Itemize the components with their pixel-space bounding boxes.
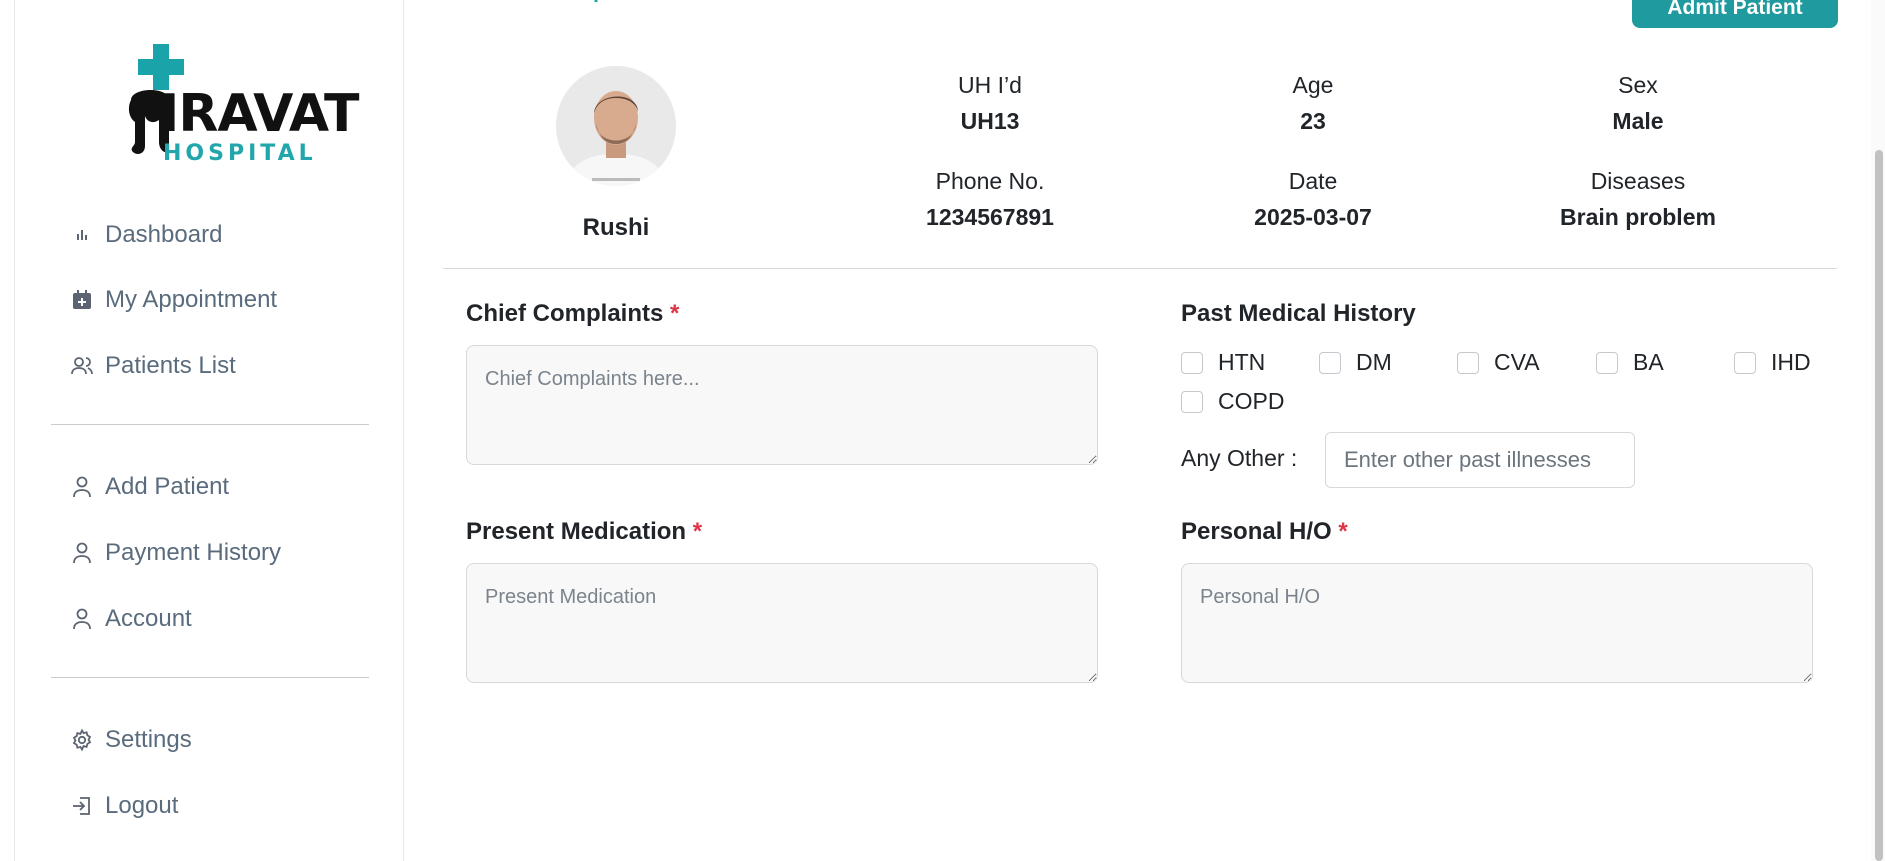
present-medication-label-text: Present Medication (466, 518, 687, 545)
checkbox-ba[interactable]: BA (1596, 349, 1664, 376)
sex-label: Sex (1618, 72, 1658, 98)
phone-label: Phone No. (935, 168, 1045, 194)
checkbox-label: DM (1356, 349, 1392, 375)
sidebar-item-label: Payment History (105, 539, 282, 566)
checkbox-label: COPD (1218, 388, 1285, 414)
sidebar-item-label: Add Patient (105, 473, 230, 500)
present-medication-label: Present Medication * (466, 518, 702, 546)
phone-value: 1234567891 (926, 204, 1054, 230)
sidebar-item-label: Logout (105, 792, 179, 819)
scrollbar-track[interactable] (1871, 0, 1885, 861)
checkbox-label: BA (1633, 349, 1664, 375)
checkbox-label: HTN (1218, 349, 1266, 375)
present-medication-textarea[interactable] (466, 563, 1098, 683)
sidebar-item-dashboard[interactable]: Dashboard (69, 215, 222, 255)
header-divider (443, 268, 1837, 269)
bar-chart-icon (69, 222, 95, 248)
sidebar: IRAVAT HOSPITAL Dashboard My Appointment (14, 0, 404, 861)
sidebar-item-label: My Appointment (105, 286, 278, 313)
checkbox-copd[interactable]: COPD (1181, 388, 1284, 415)
checkbox-box[interactable] (1596, 351, 1618, 374)
sidebar-item-patients-list[interactable]: Patients List (69, 346, 236, 386)
user-icon (69, 606, 95, 632)
personal-ho-label: Personal H/O * (1181, 518, 1348, 546)
required-asterisk: * (692, 518, 703, 545)
user-icon (69, 474, 95, 500)
checkbox-htn[interactable]: HTN (1181, 349, 1265, 376)
patient-avatar (556, 66, 676, 186)
patient-name: Rushi (582, 214, 650, 241)
page-title-fragment (556, 0, 616, 6)
admit-patient-button[interactable]: Admit Patient (1632, 0, 1838, 28)
uhid-value: UH13 (960, 108, 1020, 134)
checkbox-label: IHD (1771, 349, 1811, 375)
age-value: 23 (1300, 108, 1326, 134)
age-label: Age (1292, 72, 1334, 98)
personal-ho-label-text: Personal H/O (1181, 518, 1332, 545)
hospital-logo: IRAVAT HOSPITAL (113, 42, 359, 168)
app-root: IRAVAT HOSPITAL Dashboard My Appointment (0, 0, 1885, 861)
user-icon (69, 540, 95, 566)
sidebar-item-settings[interactable]: Settings (69, 720, 192, 760)
sidebar-divider (51, 424, 369, 425)
date-label: Date (1288, 168, 1338, 194)
uhid-info: UH I’d UH13 (860, 70, 1120, 136)
any-other-label: Any Other : (1181, 445, 1298, 471)
phone-info: Phone No. 1234567891 (860, 166, 1120, 232)
checkbox-label: CVA (1494, 349, 1540, 375)
required-asterisk: * (1338, 518, 1348, 545)
sidebar-item-my-appointment[interactable]: My Appointment (69, 280, 277, 320)
checkbox-box[interactable] (1734, 351, 1756, 374)
sidebar-item-payment-history[interactable]: Payment History (69, 533, 281, 573)
logo-subtitle: HOSPITAL (163, 141, 317, 166)
date-info: Date 2025-03-07 (1183, 166, 1443, 232)
users-icon (69, 353, 95, 379)
checkbox-box[interactable] (1457, 351, 1479, 374)
uhid-label: UH I’d (958, 72, 1022, 98)
personal-ho-textarea[interactable] (1181, 563, 1813, 683)
sidebar-item-add-patient[interactable]: Add Patient (69, 467, 229, 507)
sidebar-item-label: Dashboard (105, 221, 223, 248)
sidebar-item-logout[interactable]: Logout (69, 786, 178, 826)
logo-name: IRAVAT (160, 84, 359, 144)
gear-icon (69, 727, 95, 753)
sex-info: Sex Male (1508, 70, 1768, 136)
diseases-label: Diseases (1590, 168, 1686, 194)
sidebar-item-label: Settings (105, 726, 192, 753)
required-asterisk: * (670, 300, 680, 327)
checkbox-box[interactable] (1181, 390, 1203, 413)
sidebar-item-account[interactable]: Account (69, 599, 192, 639)
logout-icon (69, 793, 95, 819)
checkbox-dm[interactable]: DM (1319, 349, 1392, 376)
sidebar-item-label: Patients List (105, 352, 236, 379)
chief-complaints-label-text: Chief Complaints (466, 300, 664, 327)
chief-complaints-textarea[interactable] (466, 345, 1098, 465)
scrollbar-thumb[interactable] (1875, 150, 1883, 861)
diseases-value: Brain problem (1560, 204, 1716, 230)
checkbox-ihd[interactable]: IHD (1734, 349, 1811, 376)
checkbox-box[interactable] (1319, 351, 1341, 374)
chief-complaints-label: Chief Complaints * (466, 300, 679, 328)
past-medical-history-label: Past Medical History (1181, 300, 1416, 327)
checkbox-box[interactable] (1181, 351, 1203, 374)
calendar-plus-icon (69, 287, 95, 313)
diseases-info: Diseases Brain problem (1508, 166, 1768, 232)
checkbox-cva[interactable]: CVA (1457, 349, 1540, 376)
sidebar-divider (51, 677, 369, 678)
age-info: Age 23 (1183, 70, 1443, 136)
sex-value: Male (1612, 108, 1664, 134)
patient-photo (556, 66, 676, 186)
any-other-input[interactable] (1325, 432, 1635, 488)
sidebar-item-label: Account (105, 605, 192, 632)
date-value: 2025-03-07 (1254, 204, 1372, 230)
